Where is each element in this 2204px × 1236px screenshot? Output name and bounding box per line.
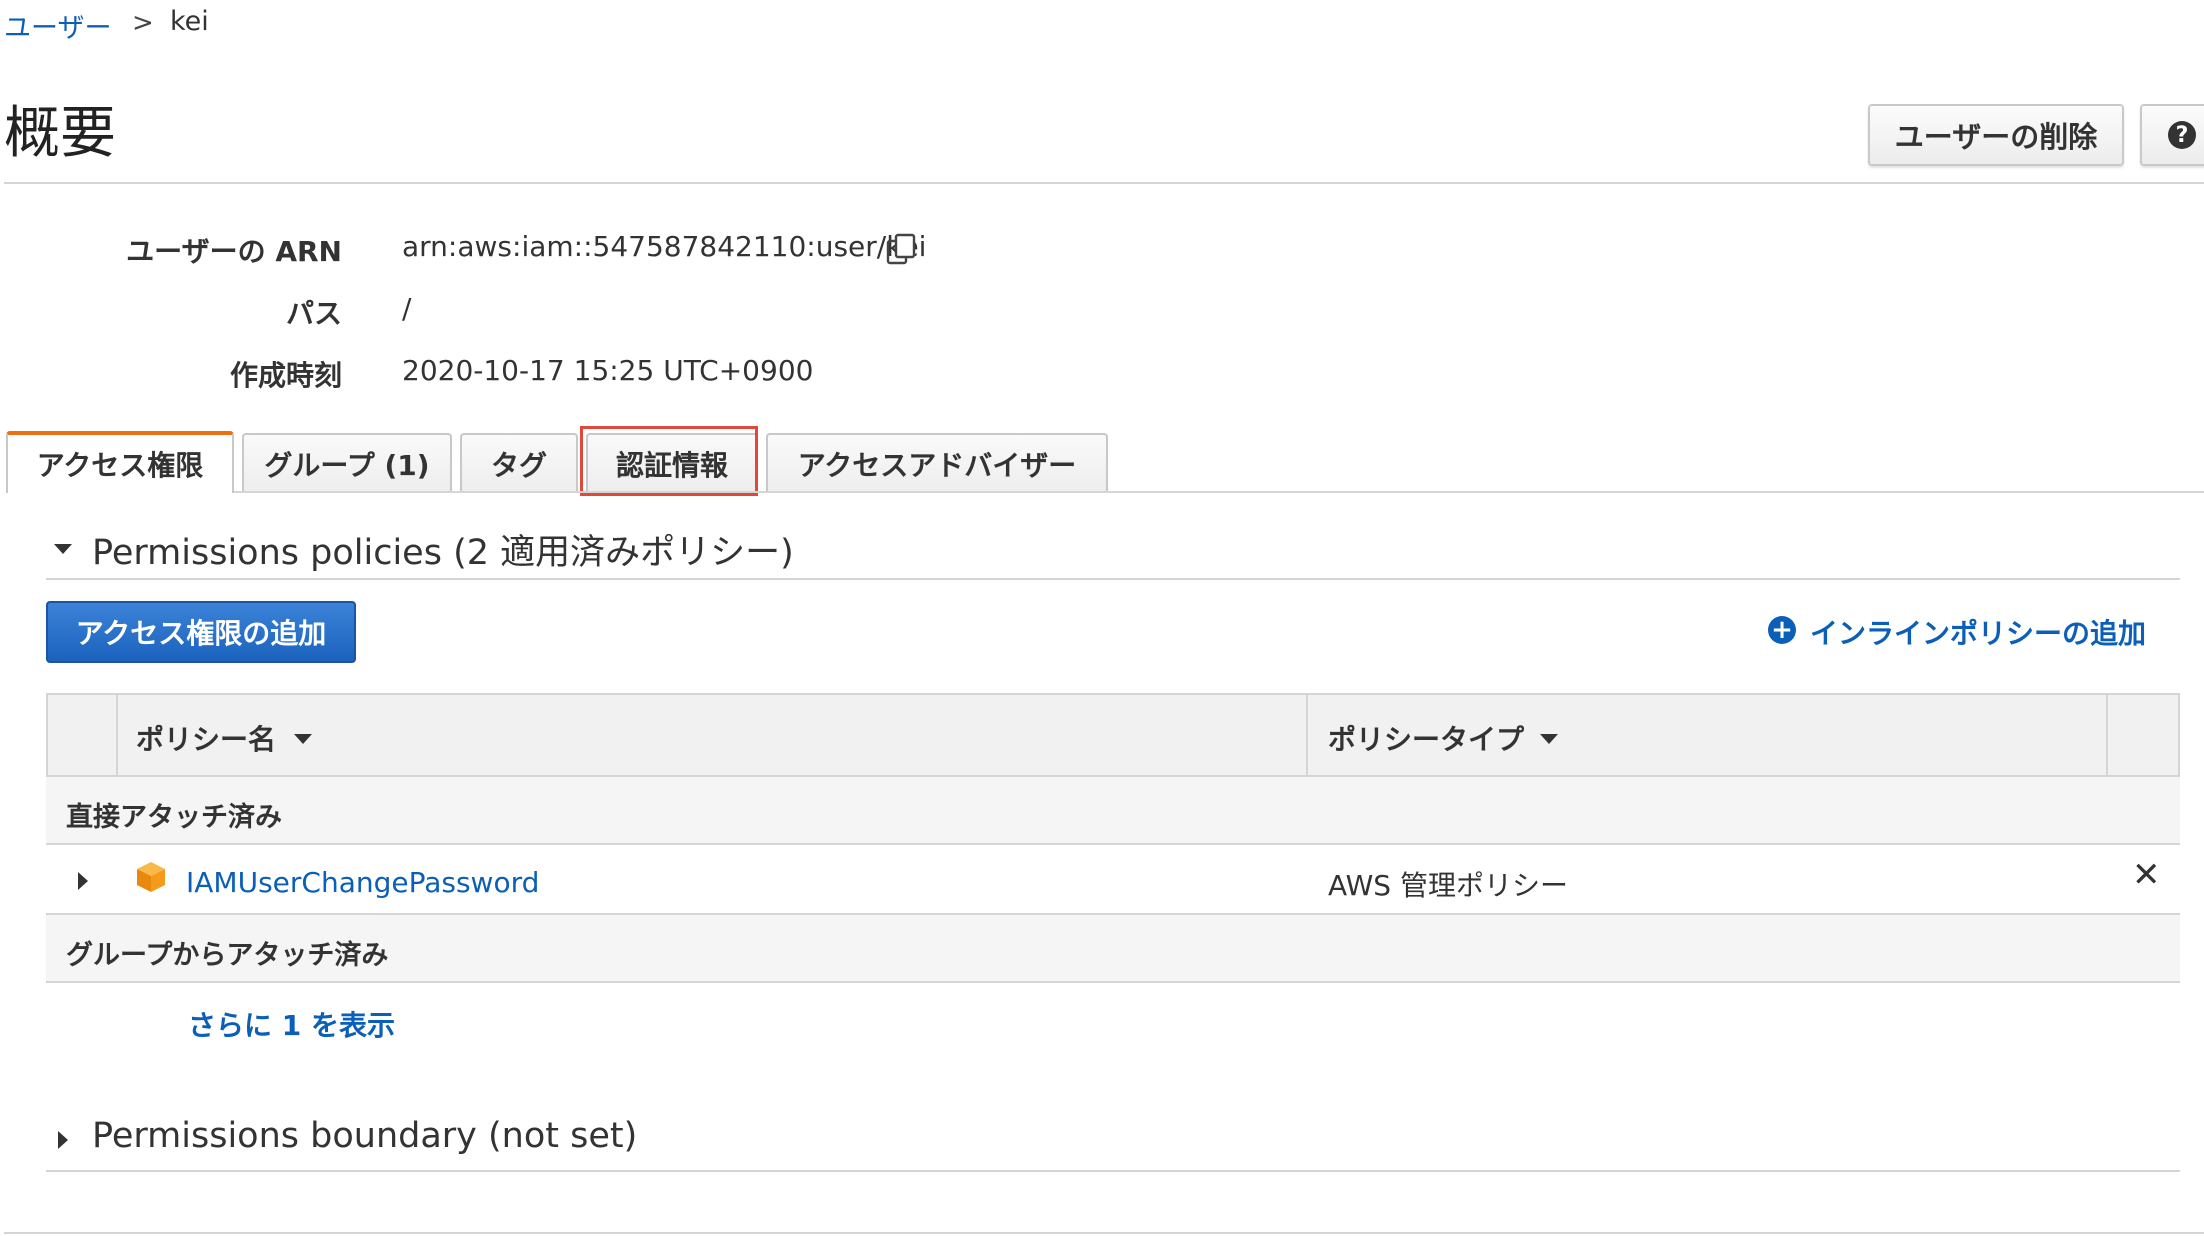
delete-user-button[interactable]: ユーザーの削除 xyxy=(1868,104,2124,166)
sort-caret-icon[interactable] xyxy=(1540,734,1558,744)
add-permissions-button[interactable]: アクセス権限の追加 xyxy=(46,601,356,663)
table-header xyxy=(46,693,2180,777)
group-label-direct: 直接アタッチ済み xyxy=(66,802,282,833)
add-inline-policy-link[interactable]: インラインポリシーの追加 xyxy=(1810,612,2146,652)
breadcrumb-separator: > xyxy=(132,8,154,38)
plus-circle-icon[interactable]: + xyxy=(1768,616,1796,644)
created-label: 作成時刻 xyxy=(229,359,342,392)
permissions-policies-heading[interactable]: Permissions policies (2 適用済みポリシー) xyxy=(92,524,794,575)
column-divider xyxy=(116,693,118,777)
boundary-divider xyxy=(46,1170,2180,1172)
tab-permissions[interactable]: アクセス権限 xyxy=(6,431,234,493)
created-value: 2020-10-17 15:25 UTC+0900 xyxy=(402,354,814,387)
show-more-link[interactable]: さらに 1 を表示 xyxy=(188,1004,395,1044)
policy-type-value: AWS 管理ポリシー xyxy=(1328,869,1568,902)
path-value: / xyxy=(402,292,412,325)
permissions-boundary-heading[interactable]: Permissions boundary (not set) xyxy=(92,1116,637,1156)
group-label-from-groups: グループからアタッチ済み xyxy=(66,940,389,971)
column-header-policy-type[interactable]: ポリシータイプ xyxy=(1328,718,1524,758)
credentials-tab-highlight xyxy=(580,426,758,496)
tabs-baseline xyxy=(234,491,2204,493)
group-row-direct xyxy=(46,777,2180,845)
sort-caret-icon[interactable] xyxy=(294,734,312,744)
caret-right-icon[interactable] xyxy=(58,1131,68,1149)
path-label: パス xyxy=(285,297,342,330)
title-divider xyxy=(4,182,2204,184)
column-header-policy-name[interactable]: ポリシー名 xyxy=(136,718,276,758)
policy-name-link[interactable]: IAMUserChangePassword xyxy=(186,866,539,899)
panel-bottom-border xyxy=(4,1232,2204,1234)
arn-label: ユーザーの ARN xyxy=(126,235,342,268)
breadcrumb-users-link[interactable]: ユーザー xyxy=(4,6,111,45)
expand-caret-icon[interactable] xyxy=(78,872,88,890)
help-button[interactable]: ? xyxy=(2140,104,2204,166)
tab-access-advisor[interactable]: アクセスアドバイザー xyxy=(766,433,1108,493)
tab-tags[interactable]: タグ xyxy=(460,433,578,493)
section-divider xyxy=(46,578,2180,580)
caret-down-icon[interactable] xyxy=(54,544,72,554)
arn-value: arn:aws:iam::547587842110:user/kei xyxy=(402,230,927,263)
column-divider xyxy=(1306,693,1308,777)
policy-cube-icon xyxy=(137,862,165,892)
column-divider xyxy=(2106,693,2108,777)
help-icon: ? xyxy=(2168,121,2196,149)
tab-groups[interactable]: グループ (1) xyxy=(242,433,452,493)
copy-icon[interactable] xyxy=(884,232,918,266)
detach-policy-icon[interactable]: ✕ xyxy=(2132,858,2161,892)
page-title: 概要 xyxy=(4,101,116,166)
breadcrumb-current: kei xyxy=(170,6,209,37)
